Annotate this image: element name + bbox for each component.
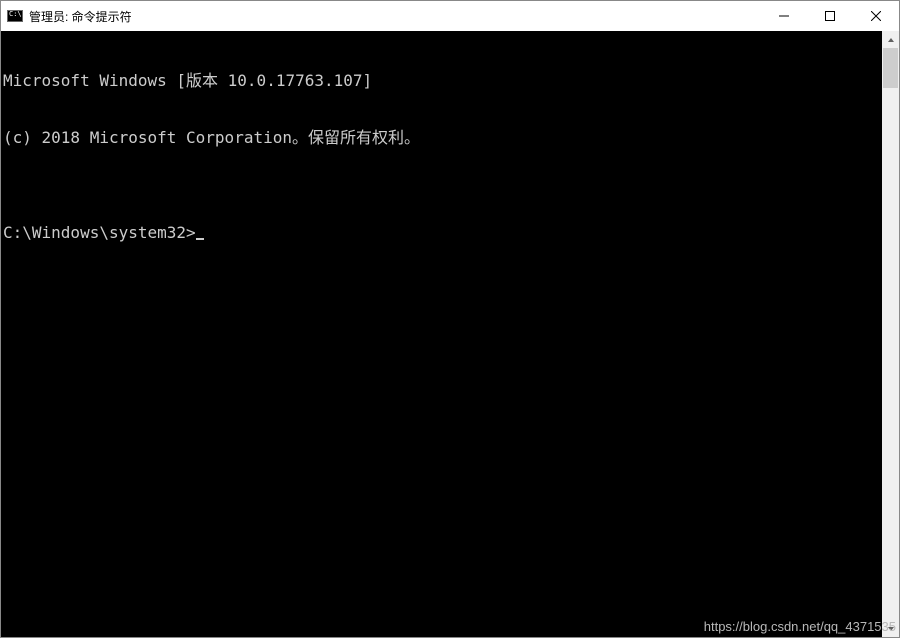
maximize-button[interactable] bbox=[807, 1, 853, 31]
scrollbar-up-button[interactable] bbox=[882, 31, 899, 48]
minimize-button[interactable] bbox=[761, 1, 807, 31]
scrollbar-thumb[interactable] bbox=[883, 48, 898, 88]
terminal-output[interactable]: Microsoft Windows [版本 10.0.17763.107] (c… bbox=[1, 31, 882, 637]
cursor bbox=[196, 238, 204, 240]
titlebar[interactable]: C:\ 管理员: 命令提示符 bbox=[1, 1, 899, 31]
window-controls bbox=[761, 1, 899, 31]
window-title: 管理员: 命令提示符 bbox=[29, 8, 132, 25]
terminal-line: Microsoft Windows [版本 10.0.17763.107] bbox=[3, 71, 882, 90]
prompt-line: C:\Windows\system32> bbox=[3, 223, 882, 242]
cmd-icon: C:\ bbox=[7, 8, 23, 24]
vertical-scrollbar[interactable] bbox=[882, 31, 899, 637]
titlebar-left: C:\ 管理员: 命令提示符 bbox=[7, 8, 132, 25]
scrollbar-track[interactable] bbox=[882, 48, 899, 620]
prompt-text: C:\Windows\system32> bbox=[3, 223, 196, 242]
command-prompt-window: C:\ 管理员: 命令提示符 Microsoft Windows [版本 10.… bbox=[0, 0, 900, 638]
content-area: Microsoft Windows [版本 10.0.17763.107] (c… bbox=[1, 31, 899, 637]
terminal-line: (c) 2018 Microsoft Corporation。保留所有权利。 bbox=[3, 128, 882, 147]
close-button[interactable] bbox=[853, 1, 899, 31]
scrollbar-down-button[interactable] bbox=[882, 620, 899, 637]
